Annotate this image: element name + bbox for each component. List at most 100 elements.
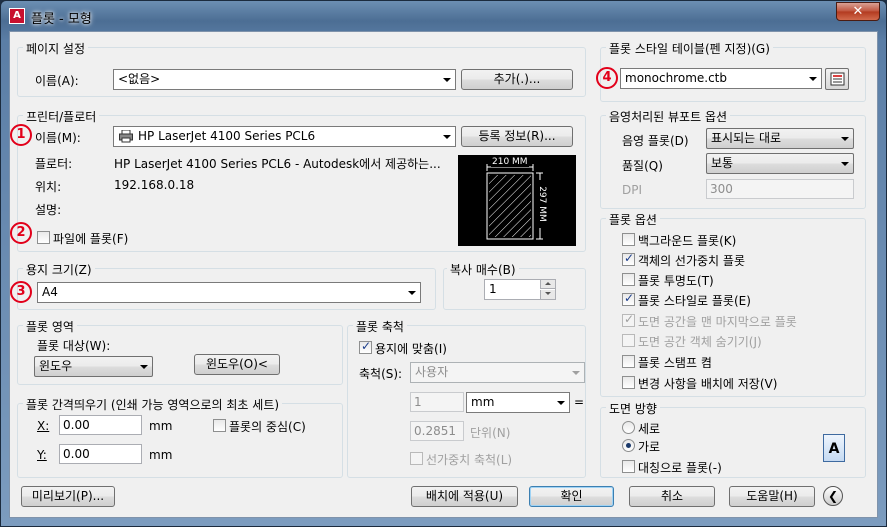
plot-option-checkbox-7[interactable]	[622, 376, 635, 389]
chevron-down-icon	[572, 371, 580, 375]
plot-option-checkbox-6[interactable]	[622, 355, 635, 368]
scale-unit-dropdown[interactable]: mm	[466, 392, 570, 413]
plot-style-table-value: monochrome.ctb	[625, 71, 727, 85]
ok-button[interactable]: 확인	[529, 486, 614, 507]
plot-style-editor-icon	[830, 72, 845, 86]
offset-y-label: Y:	[37, 448, 47, 462]
plot-option-checkbox-2[interactable]	[622, 273, 635, 286]
copies-title: 복사 매수(B)	[447, 261, 519, 278]
plot-option-checkbox-0[interactable]	[622, 233, 635, 246]
chevron-down-icon	[557, 401, 565, 405]
plot-option-checkbox-4[interactable]	[622, 312, 635, 327]
shade-plot-dropdown[interactable]: 표시되는 대로	[706, 128, 854, 149]
printer-name-label: 이름(M):	[35, 131, 81, 145]
scale-unit-value: mm	[471, 395, 495, 409]
paper-size-title: 용지 크기(Z)	[23, 261, 95, 278]
plot-option-label-0: 백그라운드 플롯(K)	[638, 234, 737, 248]
quality-dropdown[interactable]: 보통	[706, 153, 854, 174]
page-setup-name-dropdown[interactable]: <없음>	[113, 69, 456, 90]
paper-preview-drawing	[486, 164, 543, 240]
paper-size-value: A4	[42, 285, 58, 299]
chevron-down-icon	[140, 365, 148, 369]
quality-value: 보통	[711, 156, 734, 170]
annotation-badge-1: 1	[10, 124, 32, 146]
scale-dropdown[interactable]: 사용자	[410, 362, 585, 383]
plot-dialog-body: 페이지 설정 이름(A): <없음> 추가(.)... 프린터/플로터 이름(M…	[9, 31, 878, 518]
portrait-label: 세로	[638, 422, 661, 436]
scale-equals: =	[574, 395, 585, 409]
plot-option-checkbox-1[interactable]	[622, 251, 635, 266]
landscape-orientation-icon: A	[823, 434, 845, 462]
annotation-badge-2: 2	[10, 222, 32, 244]
description-label: 설명:	[35, 203, 62, 217]
landscape-radio[interactable]	[622, 439, 635, 452]
paper-size-dropdown[interactable]: A4	[37, 282, 421, 303]
page-setup-name-value: <없음>	[118, 72, 161, 86]
copies-value: 1	[489, 282, 497, 296]
drawing-orientation-title: 도면 방향	[606, 400, 660, 417]
plot-option-label-2: 플롯 투명도(T)	[638, 274, 714, 288]
plot-what-value: 윈도우	[39, 359, 73, 373]
plot-option-label-5: 도면 공간 객체 숨기기(J)	[638, 335, 762, 349]
spin-up-icon[interactable]	[540, 280, 555, 289]
printer-name-dropdown[interactable]: HP LaserJet 4100 Series PCL6	[113, 126, 456, 147]
fit-to-paper-checkbox[interactable]	[359, 339, 372, 354]
plot-what-label: 플롯 대상(W):	[37, 339, 111, 353]
scale-unit-label: 단위(N)	[470, 426, 511, 440]
close-button[interactable]: ✕	[836, 2, 880, 21]
plot-option-checkbox-5[interactable]	[622, 334, 635, 347]
edit-plot-style-button[interactable]	[825, 68, 849, 90]
plot-option-checkbox-3[interactable]	[622, 291, 635, 306]
plot-style-table-title: 플롯 스타일 테이블(펜 지정)(G)	[606, 40, 773, 57]
page-setup-title: 페이지 설정	[23, 40, 89, 57]
collapse-options-button[interactable]: ❮	[823, 486, 843, 506]
plot-option-label-3: 플롯 스타일로 플롯(E)	[638, 294, 751, 308]
dpi-input[interactable]: 300	[706, 179, 854, 199]
scale-value1-input[interactable]: 1	[410, 392, 464, 412]
printer-properties-button[interactable]: 등록 정보(R)...	[461, 126, 573, 147]
copies-spinner[interactable]: 1	[484, 279, 556, 300]
annotation-badge-3: 3	[10, 281, 32, 303]
scale-lineweights-checkbox[interactable]	[410, 452, 423, 465]
title-bar[interactable]: A 플롯 - 모형 ✕	[1, 1, 886, 31]
apply-to-layout-button[interactable]: 배치에 적용(U)	[411, 486, 518, 507]
plot-style-table-dropdown[interactable]: monochrome.ctb	[620, 68, 822, 89]
plot-what-dropdown[interactable]: 윈도우	[34, 356, 153, 377]
printer-icon	[119, 130, 133, 143]
help-button[interactable]: 도움말(H)	[729, 486, 815, 507]
preview-button[interactable]: 미리보기(P)...	[21, 486, 115, 507]
page-setup-add-button[interactable]: 추가(.)...	[461, 69, 573, 90]
plot-option-label-4: 도면 공간을 맨 마지막으로 플롯	[638, 315, 797, 329]
window-pick-button[interactable]: 윈도우(O)<	[194, 354, 280, 375]
dpi-label: DPI	[622, 183, 643, 197]
plot-option-label-1: 객체의 선가중치 플롯	[638, 254, 745, 268]
paper-preview: 210 MM 297 MM	[458, 155, 576, 246]
shade-plot-value: 표시되는 대로	[711, 131, 782, 145]
plot-option-label-6: 플롯 스탬프 켬	[638, 356, 712, 370]
plot-offset-title: 플롯 간격띄우기 (인쇄 가능 영역으로의 최초 세트)	[23, 396, 283, 413]
portrait-radio[interactable]	[622, 421, 635, 434]
center-plot-checkbox[interactable]	[213, 419, 226, 432]
cancel-button[interactable]: 취소	[629, 486, 715, 507]
spin-down-icon[interactable]	[540, 290, 555, 299]
annotation-badge-4: 4	[596, 67, 618, 89]
plot-to-file-checkbox[interactable]	[37, 231, 50, 244]
offset-y-input[interactable]: 0.00	[59, 444, 142, 464]
chevron-down-icon	[809, 77, 817, 81]
offset-x-label: X:	[37, 419, 50, 433]
preview-height-label: 297 MM	[537, 180, 547, 228]
upside-down-checkbox[interactable]	[622, 460, 635, 473]
plot-area-title: 플롯 영역	[23, 318, 77, 335]
quality-label: 품질(Q)	[622, 159, 663, 173]
chevron-down-icon	[443, 135, 451, 139]
offset-x-input[interactable]: 0.00	[59, 415, 142, 435]
scale-lineweights-label: 선가중치 축척(L)	[426, 453, 513, 467]
scale-value2-input[interactable]: 0.2851	[410, 421, 464, 441]
plot-scale-title: 플롯 축척	[353, 318, 407, 335]
page-setup-name-label: 이름(A):	[35, 74, 79, 88]
printer-name-value: HP LaserJet 4100 Series PCL6	[138, 129, 316, 143]
chevron-down-icon	[443, 78, 451, 82]
window-title: 플롯 - 모형	[31, 12, 92, 27]
chevron-down-icon	[841, 137, 849, 141]
chevron-down-icon	[841, 162, 849, 166]
